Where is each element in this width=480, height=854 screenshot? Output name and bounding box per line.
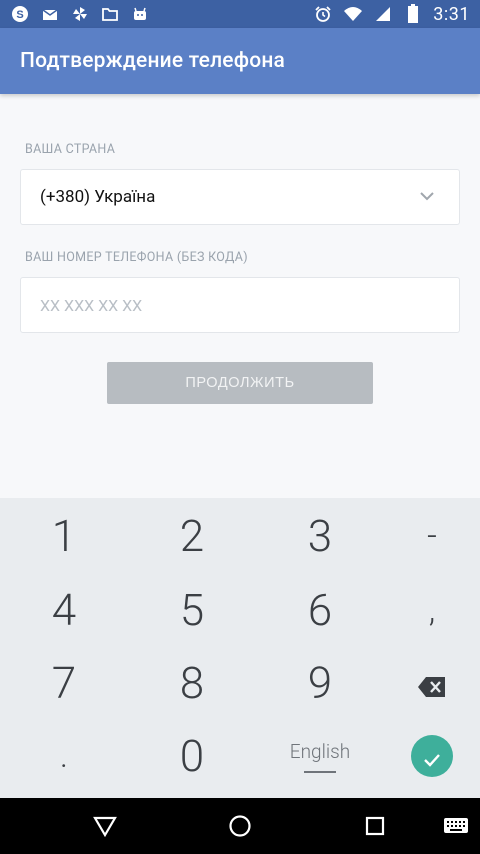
app-bar: Подтверждение телефона bbox=[0, 28, 480, 94]
backspace-key[interactable] bbox=[372, 647, 480, 719]
key-7[interactable]: 7 bbox=[4, 647, 124, 719]
key-9[interactable]: 9 bbox=[260, 647, 380, 719]
wifi-icon bbox=[343, 4, 363, 24]
key-0[interactable]: 0 bbox=[132, 720, 252, 792]
folder-icon bbox=[100, 4, 120, 24]
clock: 3:31 bbox=[433, 3, 470, 25]
skype-icon: S bbox=[10, 4, 30, 24]
android-icon bbox=[130, 4, 150, 24]
recents-square-icon[interactable] bbox=[361, 812, 389, 840]
keyboard-switch-icon[interactable] bbox=[442, 812, 470, 840]
language-label: English bbox=[289, 739, 351, 763]
battery-icon bbox=[403, 4, 423, 24]
key-comma[interactable]: , bbox=[372, 574, 480, 646]
page-title: Подтверждение телефона bbox=[20, 49, 286, 73]
key-6[interactable]: 6 bbox=[260, 574, 380, 646]
home-circle-icon[interactable] bbox=[226, 812, 254, 840]
language-switch-key[interactable]: English bbox=[260, 720, 380, 792]
key-4[interactable]: 4 bbox=[4, 574, 124, 646]
key-1[interactable]: 1 bbox=[4, 500, 124, 572]
numeric-keyboard: 1 2 3 - 4 5 6 , 7 8 9 . 0 English bbox=[0, 498, 480, 798]
country-label: ВАША СТРАНА bbox=[25, 142, 116, 157]
done-circle bbox=[411, 735, 453, 777]
key-8[interactable]: 8 bbox=[132, 647, 252, 719]
language-indicator bbox=[304, 770, 336, 773]
phone-field[interactable] bbox=[20, 277, 460, 333]
signal-icon bbox=[373, 4, 393, 24]
status-bar: S 3:31 bbox=[0, 0, 480, 28]
key-5[interactable]: 5 bbox=[132, 574, 252, 646]
key-dash[interactable]: - bbox=[372, 500, 480, 572]
key-dot[interactable]: . bbox=[4, 720, 124, 792]
checkmark-icon bbox=[421, 730, 443, 782]
svg-text:S: S bbox=[16, 9, 23, 21]
backspace-icon bbox=[417, 657, 447, 709]
key-2[interactable]: 2 bbox=[132, 500, 252, 572]
chevron-down-icon bbox=[417, 186, 437, 206]
pinwheel-icon bbox=[70, 4, 90, 24]
phone-confirmation-form: ВАША СТРАНА (+380) Україна ВАШ НОМЕР ТЕЛ… bbox=[0, 94, 480, 498]
navigation-bar bbox=[0, 798, 480, 854]
phone-label: ВАШ НОМЕР ТЕЛЕФОНА (БЕЗ КОДА) bbox=[25, 250, 248, 265]
country-select[interactable]: (+380) Україна bbox=[20, 169, 460, 225]
continue-button[interactable]: ПРОДОЛЖИТЬ bbox=[107, 362, 373, 404]
notification-icons: S bbox=[10, 4, 150, 24]
system-icons: 3:31 bbox=[313, 4, 470, 25]
alarm-icon bbox=[313, 4, 333, 24]
key-3[interactable]: 3 bbox=[260, 500, 380, 572]
back-triangle-icon[interactable] bbox=[91, 812, 119, 840]
mail-check-icon bbox=[40, 4, 60, 24]
country-value: (+380) Україна bbox=[40, 187, 156, 207]
phone-input[interactable] bbox=[40, 295, 459, 315]
done-key[interactable] bbox=[372, 720, 480, 792]
